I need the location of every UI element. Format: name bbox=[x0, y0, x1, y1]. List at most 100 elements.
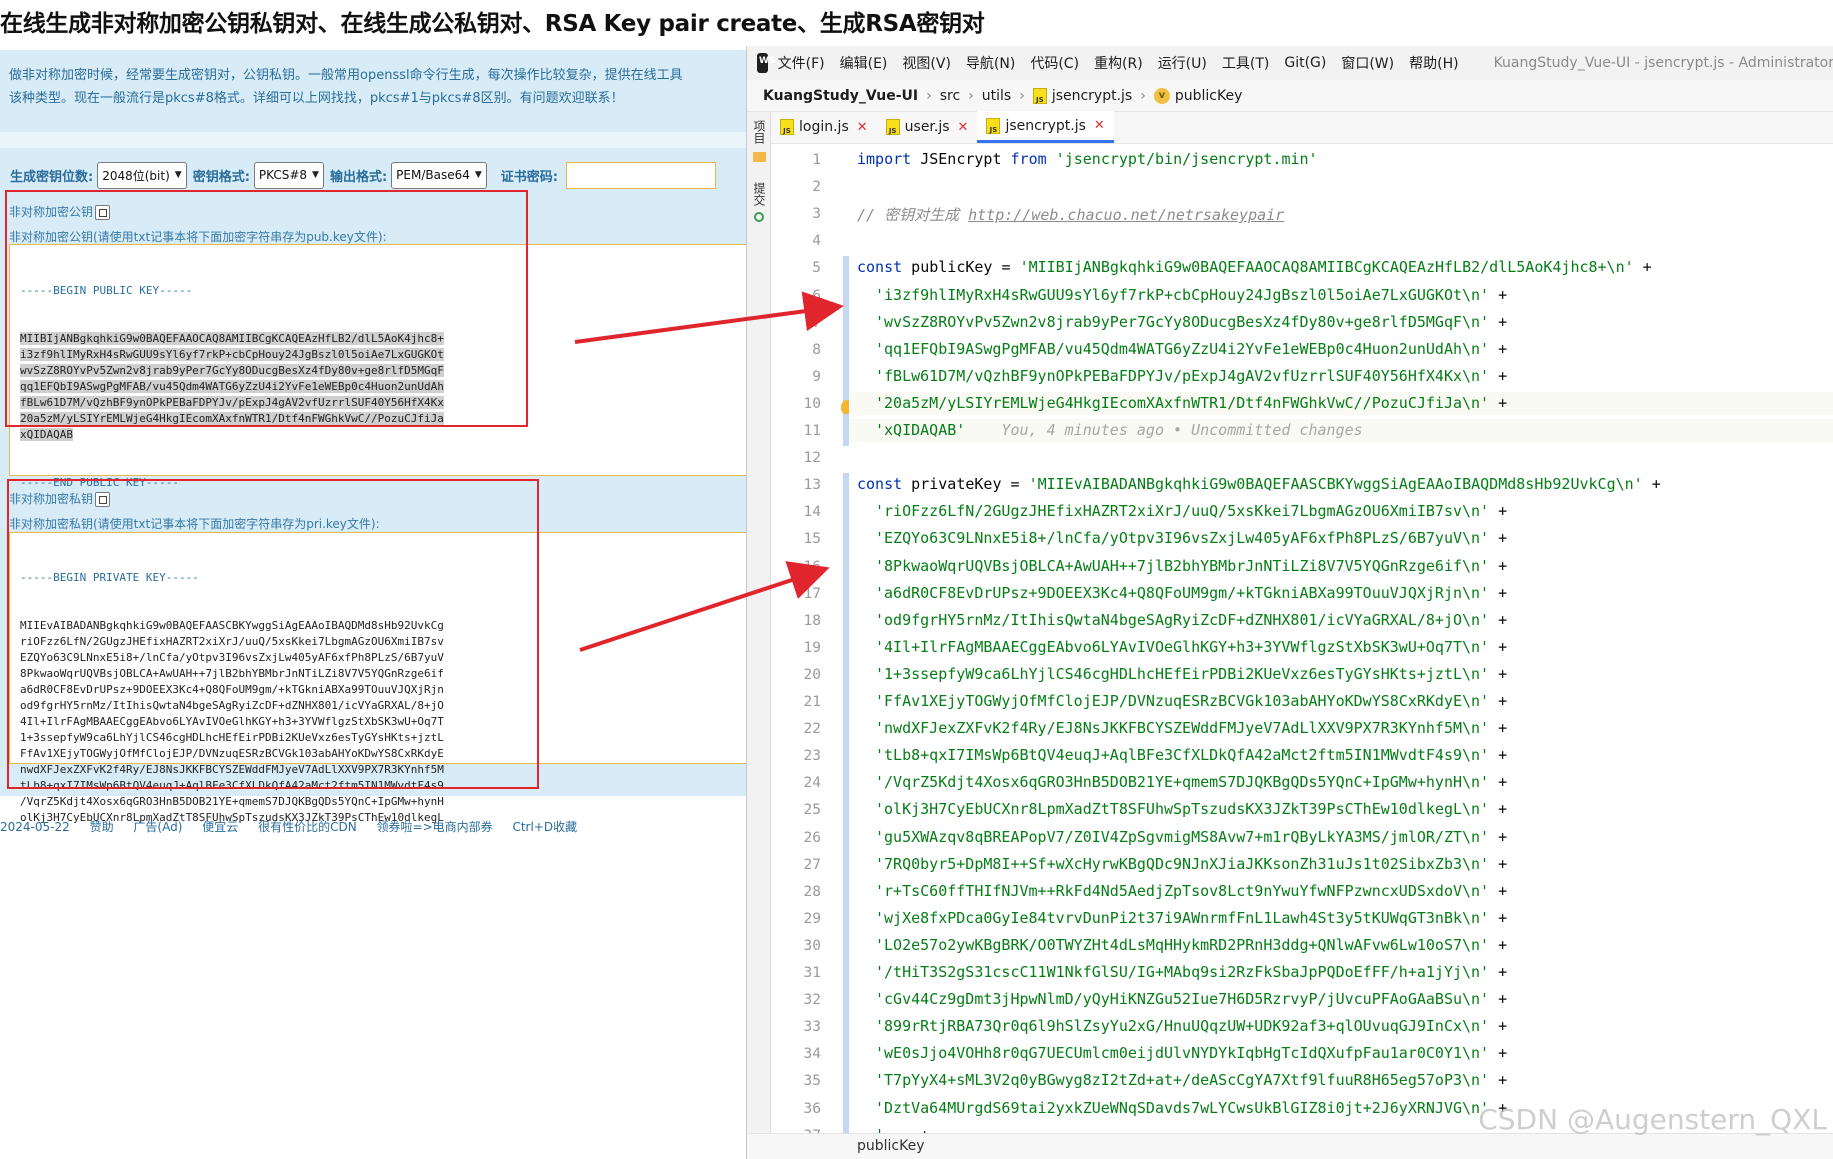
line-number: 22 bbox=[803, 721, 821, 738]
close-icon[interactable]: ✕ bbox=[857, 120, 868, 135]
code-token: import bbox=[857, 150, 912, 168]
ide-menubar: 文件(F) 编辑(E) 视图(V) 导航(N) 代码(C) 重构(R) 运行(U… bbox=[747, 46, 1833, 80]
footer-link-coupon[interactable]: 领券啦=>电商内部券 bbox=[377, 820, 493, 834]
intro-line-2: 该种类型。现在一般流行是pkcs#8格式。详细可以上网找找，pkcs#1与pkc… bbox=[9, 91, 624, 106]
line-number: 21 bbox=[803, 694, 821, 710]
code-token: + bbox=[1489, 556, 1508, 575]
line-number: 18 bbox=[803, 612, 821, 629]
tab-login-js[interactable]: JS login.js ✕ bbox=[771, 111, 877, 143]
line-number: 16 bbox=[803, 558, 821, 575]
format-select[interactable]: PKCS#8 ▼ bbox=[253, 161, 324, 189]
intro-line-1: 做非对称加密时候，经常要生成密钥对，公钥私钥。一般常用openssl命令行生成，… bbox=[9, 68, 683, 83]
menu-file[interactable]: 文件(F) bbox=[778, 53, 825, 73]
line-number: 32 bbox=[803, 992, 821, 1009]
ide-window: 文件(F) 编辑(E) 视图(V) 导航(N) 代码(C) 重构(R) 运行(U… bbox=[746, 46, 1833, 1159]
code-line: 'nwdXFJexZXFvK2f4Ry/EJ8NsJKKFBCYSZEWddFM… bbox=[875, 719, 1507, 737]
editor-tabs: JS login.js ✕ JS user.js ✕ JS jsencrypt.js ✕ bbox=[771, 111, 1833, 144]
menu-git[interactable]: Git(G) bbox=[1284, 55, 1326, 71]
annotation-box-public bbox=[5, 190, 528, 427]
close-icon[interactable]: ✕ bbox=[1094, 118, 1105, 133]
code-token: + bbox=[1489, 285, 1508, 304]
line-number: 33 bbox=[803, 1019, 821, 1036]
code-token: publicKey = bbox=[902, 258, 1020, 277]
js-file-icon: JS bbox=[780, 119, 794, 135]
line-number: 24 bbox=[803, 775, 821, 792]
code-editor[interactable]: import JSEncrypt from 'jsencrypt/bin/jse… bbox=[849, 144, 1833, 1159]
code-line: '20a5zM/yLSIYrEMLWjeG4HkgIEcomXAxfnWTR1/… bbox=[875, 394, 1507, 412]
breadcrumb-src[interactable]: src bbox=[940, 88, 960, 104]
menu-edit[interactable]: 编辑(E) bbox=[840, 53, 888, 73]
code-token: 'wjXe8fxPDca0GyIe84tvrvDunPi2t37i9AWnrmf… bbox=[875, 908, 1490, 927]
menu-help[interactable]: 帮助(H) bbox=[1409, 53, 1458, 73]
code-token: + bbox=[1489, 583, 1508, 602]
code-token: 'tLb8+qxI7IMsWp6BtQV4euqJ+AqlBFe3CfXLDkQ… bbox=[875, 746, 1490, 765]
bits-label: 生成密钥位数: bbox=[10, 169, 94, 185]
breadcrumb-project[interactable]: KuangStudy_Vue-UI bbox=[763, 88, 918, 104]
breadcrumb-file[interactable]: JS jsencrypt.js bbox=[1032, 87, 1132, 104]
code-line: 'cGv44Cz9gDmt3jHpwNlmD/yQyHiKNZGu52Iue7H… bbox=[875, 990, 1507, 1008]
output-select[interactable]: PEM/Base64 ▼ bbox=[391, 161, 487, 189]
code-line: 'od9fgrHY5rnMz/ItIhisQwtaN4bgeSAgRyiZcDF… bbox=[875, 611, 1507, 629]
footer-link-sponsor[interactable]: 赞助 bbox=[90, 820, 114, 834]
footer-link-cloud[interactable]: 便宜云 bbox=[202, 820, 238, 834]
code-token: 'fBLw61D7M/vQzhBF9ynOPkPEBaFDPYJv/pExpJ4… bbox=[875, 366, 1490, 385]
menu-tools[interactable]: 工具(T) bbox=[1222, 53, 1269, 73]
menu-refactor[interactable]: 重构(R) bbox=[1094, 53, 1143, 73]
code-line: 'tLb8+qxI7IMsWp6BtQV4euqJ+AqlBFe3CfXLDkQ… bbox=[875, 746, 1507, 764]
breadcrumb-symbol[interactable]: v publicKey bbox=[1153, 87, 1242, 104]
line-number: 6 bbox=[812, 287, 821, 304]
code-token: '899rRtjRBA73Qr0q6l9hSlZsyYu2xG/HnuUQqzU… bbox=[875, 1017, 1490, 1036]
format-select-value: PKCS#8 bbox=[258, 168, 308, 182]
screenshot-root: 在线生成非对称加密公钥私钥对、在线生成公私钥对、RSA Key pair cre… bbox=[0, 0, 1833, 1159]
code-token: + bbox=[1489, 854, 1508, 873]
menu-window[interactable]: 窗口(W) bbox=[1341, 53, 1394, 73]
code-token: '/tHiT3S2gS31cscC11W1NkfGlSU/IG+MAbq9si2… bbox=[875, 963, 1490, 981]
output-select-value: PEM/Base64 bbox=[396, 168, 470, 182]
menu-code[interactable]: 代码(C) bbox=[1030, 53, 1079, 73]
line-number: 25 bbox=[803, 802, 821, 819]
tab-label: login.js bbox=[799, 119, 849, 135]
breadcrumb-utils[interactable]: utils bbox=[982, 88, 1011, 104]
code-token: + bbox=[1489, 692, 1508, 710]
code-line: 'EZQYo63C9LNnxE5i8+/lnCfa/yOtpv3I96vsZxj… bbox=[875, 529, 1507, 547]
footer-link-ad[interactable]: 广告(Ad) bbox=[133, 820, 182, 834]
code-line: 'fBLw61D7M/vQzhBF9ynOPkPEBaFDPYJv/pExpJ4… bbox=[875, 367, 1507, 385]
key-line: xQIDAQAB bbox=[20, 427, 444, 443]
code-token: JSEncrypt bbox=[911, 150, 1011, 168]
code-token: 'FfAv1XEjyTOGWyjOfMfClojEJP/DVNzuqESRzBC… bbox=[875, 692, 1490, 710]
key-text-line: /VqrZ5Kdjt4Xosx6qGRO3HnB5DOB21YE+qmemS7D… bbox=[20, 795, 444, 808]
code-token: + bbox=[1489, 881, 1508, 900]
password-input[interactable] bbox=[566, 161, 716, 189]
menu-run[interactable]: 运行(U) bbox=[1158, 53, 1207, 73]
close-icon[interactable]: ✕ bbox=[958, 120, 969, 135]
footer-link-cdn[interactable]: 很有性价比的CDN bbox=[258, 820, 357, 834]
window-title: KuangStudy_Vue-UI - jsencrypt.js - Admin… bbox=[1493, 55, 1833, 71]
line-number: 5 bbox=[812, 260, 821, 277]
side-tab-commit[interactable]: 提交 bbox=[750, 182, 768, 206]
format-label: 密钥格式: bbox=[192, 169, 250, 185]
line-number: 3 bbox=[812, 206, 821, 223]
chevron-right-icon: › bbox=[1019, 87, 1025, 104]
code-token: + bbox=[1489, 366, 1508, 385]
code-token: 'i3zf9hlIMyRxH4sRwGUU9sYl6yf7rkP+cbCpHou… bbox=[875, 285, 1490, 304]
code-line: 'T7pYyX4+sML3V2q0yBGwyg8zI2tZd+at+/deASc… bbox=[875, 1071, 1507, 1089]
menu-navigate[interactable]: 导航(N) bbox=[966, 53, 1015, 73]
code-token: + bbox=[1489, 1044, 1508, 1063]
code-token: + bbox=[1489, 502, 1508, 521]
line-number: 34 bbox=[803, 1046, 821, 1063]
code-token: 'wvSzZ8ROYvPv5Zwn2v8jrab9yPer7GcYy8ODucg… bbox=[875, 312, 1490, 331]
bits-select[interactable]: 2048位(bit) ▼ bbox=[97, 161, 187, 189]
code-token: privateKey = bbox=[902, 475, 1029, 494]
bits-select-value: 2048位(bit) bbox=[102, 168, 170, 183]
intro-text: 做非对称加密时候，经常要生成密钥对，公钥私钥。一般常用openssl命令行生成，… bbox=[0, 50, 750, 132]
line-number: 12 bbox=[803, 450, 821, 467]
tab-jsencrypt-js[interactable]: JS jsencrypt.js ✕ bbox=[977, 111, 1114, 143]
code-token: 'riOFzz6LfN/2GUgzJHEfixHAZRT2xiXrJ/uuQ/5… bbox=[875, 502, 1490, 521]
tab-user-js[interactable]: JS user.js ✕ bbox=[877, 111, 978, 143]
side-tab-project[interactable]: 项目 bbox=[750, 120, 768, 144]
code-token: 'a6dR0CF8EvDrUPsz+9DOEEX3Kc4+Q8QFoUM9gm/… bbox=[875, 583, 1490, 602]
code-token: 'cGv44Cz9gDmt3jHpwNlmD/yQyHiKNZGu52Iue7H… bbox=[875, 990, 1490, 1009]
code-token: '4Il+IlrFAgMBAAECggEAbvo6LYAvIVOeGlhKGY+… bbox=[875, 637, 1490, 656]
menu-view[interactable]: 视图(V) bbox=[902, 53, 951, 73]
line-number: 8 bbox=[812, 341, 821, 358]
